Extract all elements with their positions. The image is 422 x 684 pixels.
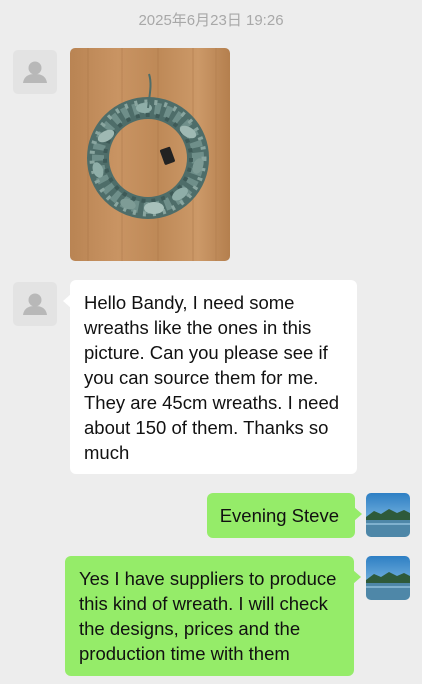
landscape-lake-icon [366, 493, 410, 537]
self-avatar[interactable] [366, 556, 410, 600]
default-person-icon [23, 293, 47, 315]
self-avatar[interactable] [366, 493, 410, 537]
wreath-photo [70, 48, 230, 261]
outgoing-message-bubble[interactable]: Evening Steve [206, 493, 363, 538]
landscape-lake-icon [366, 556, 410, 600]
contact-avatar[interactable] [13, 282, 57, 326]
default-person-icon [23, 61, 47, 83]
incoming-message-bubble[interactable]: Hello Bandy, I need some wreaths like th… [63, 280, 357, 474]
chat-timestamp: 2025年6月23日 19:26 [138, 12, 284, 29]
wreath-photo-message[interactable] [70, 48, 230, 261]
outgoing-message-bubble[interactable]: Yes I have suppliers to produce this kin… [65, 556, 361, 676]
contact-avatar[interactable] [13, 50, 57, 94]
